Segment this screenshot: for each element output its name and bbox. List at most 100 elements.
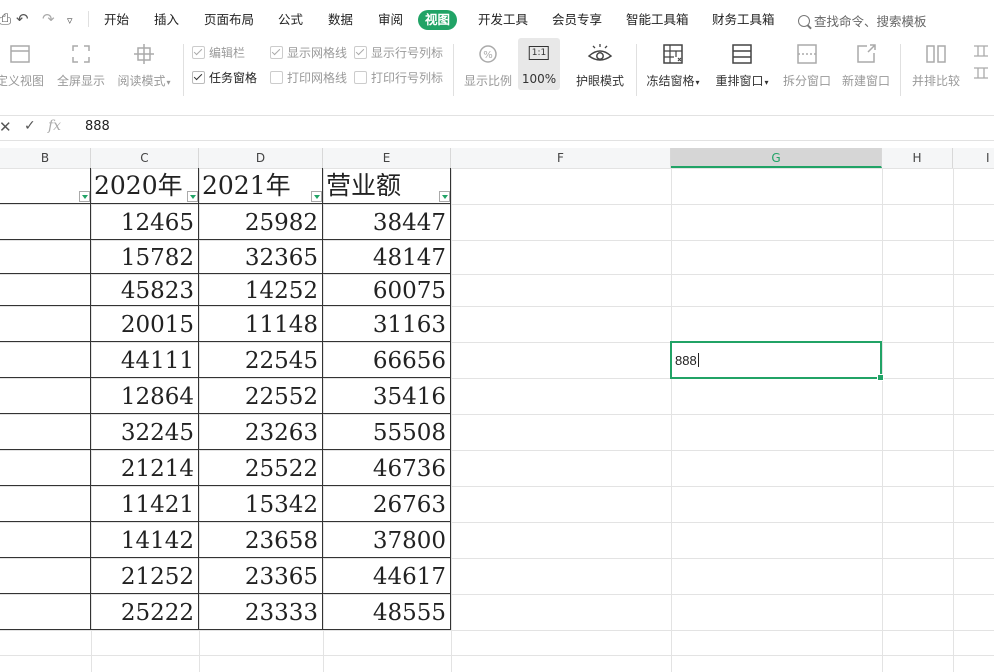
table-cell[interactable]: 11148 xyxy=(199,308,323,344)
table-cell[interactable]: 23333 xyxy=(199,596,323,632)
tab-home[interactable]: 开始 xyxy=(104,11,129,29)
tab-page-layout[interactable]: 页面布局 xyxy=(204,11,254,29)
tab-developer[interactable]: 开发工具 xyxy=(478,11,528,29)
table-cell[interactable]: 14142 xyxy=(91,524,199,560)
new-window-label: 新建窗口 xyxy=(841,74,890,88)
table-cell[interactable]: 15782 xyxy=(91,242,199,276)
table-cell[interactable]: 21214 xyxy=(91,452,199,488)
show-headers-checkbox[interactable]: 显示行号列标 xyxy=(354,45,443,61)
column-header-e[interactable]: E xyxy=(323,148,451,168)
column-header-g[interactable]: G xyxy=(671,148,882,168)
column-header-c[interactable]: C xyxy=(91,148,199,168)
table-cell[interactable]: 48555 xyxy=(323,596,451,632)
table-cell[interactable]: 15342 xyxy=(199,488,323,524)
table-header-cell[interactable]: 2021年 xyxy=(199,169,323,205)
tab-data[interactable]: 数据 xyxy=(328,11,353,29)
print-headers-checkbox[interactable]: 打印行号列标 xyxy=(354,70,443,86)
tab-formulas[interactable]: 公式 xyxy=(278,11,303,29)
tab-view[interactable]: 视图 xyxy=(418,10,458,30)
command-search[interactable]: 查找命令、搜索模板 xyxy=(798,11,927,30)
table-cell[interactable]: 32245 xyxy=(91,416,199,452)
table-cell[interactable]: 55508 xyxy=(323,416,451,452)
table-cell[interactable]: 25222 xyxy=(91,596,199,632)
tab-review[interactable]: 审阅 xyxy=(378,11,403,29)
table-header-cell[interactable]: 2020年 xyxy=(91,169,199,205)
new-window-button[interactable]: 新建窗口 xyxy=(838,38,894,102)
table-cell[interactable]: 60075 xyxy=(323,276,451,308)
show-gridlines-checkbox[interactable]: 显示网格线 xyxy=(270,45,347,61)
confirm-edit-icon[interactable]: ✓ xyxy=(24,118,36,134)
split-window-button[interactable]: 拆分窗口 xyxy=(780,38,834,102)
table-cell[interactable]: 66656 xyxy=(323,344,451,380)
full-screen-button[interactable]: 全屏显示 xyxy=(54,38,108,102)
table-cell[interactable]: 32365 xyxy=(199,242,323,276)
column-header-b[interactable]: B xyxy=(0,148,91,168)
table-cell[interactable]: 31163 xyxy=(323,308,451,344)
table-cell[interactable]: 46736 xyxy=(323,452,451,488)
freeze-panes-button[interactable]: 冻结窗格▾ xyxy=(640,38,706,102)
table-cell[interactable]: 44617 xyxy=(323,560,451,596)
filter-dropdown-icon[interactable] xyxy=(79,191,90,202)
eye-mode-button[interactable]: 护眼模式 xyxy=(572,38,628,102)
zoom-100-button[interactable]: 1:1 100% xyxy=(518,38,560,102)
table-cell[interactable]: 38447 xyxy=(323,206,451,242)
redo-icon[interactable]: ↷ xyxy=(42,10,55,28)
active-cell[interactable]: 888 xyxy=(670,341,884,381)
table-cell[interactable]: 35416 xyxy=(323,380,451,416)
table-cell[interactable]: 44111 xyxy=(91,344,199,380)
table-cell[interactable]: 23658 xyxy=(199,524,323,560)
table-cell[interactable]: 22552 xyxy=(199,380,323,416)
table-cell[interactable]: 37800 xyxy=(323,524,451,560)
open-icon[interactable]: ⎙ xyxy=(0,10,11,28)
table-cell[interactable]: 25522 xyxy=(199,452,323,488)
table-cell[interactable]: 12465 xyxy=(91,206,199,242)
undo-icon[interactable]: ↶ xyxy=(16,10,29,28)
compare-side-button[interactable]: 并排比较 xyxy=(908,38,964,102)
task-pane-checkbox[interactable]: 任务窗格 xyxy=(192,70,257,86)
tab-member[interactable]: 会员专享 xyxy=(552,11,602,29)
table-cell[interactable]: 11421 xyxy=(91,488,199,524)
table-cell[interactable]: 23365 xyxy=(199,560,323,596)
fill-handle[interactable] xyxy=(877,374,884,381)
filter-dropdown-icon[interactable] xyxy=(311,191,322,202)
tab-finance-tools[interactable]: 财务工具箱 xyxy=(712,11,775,29)
column-header-d[interactable]: D xyxy=(199,148,323,168)
worksheet-grid[interactable]: B C D E F G H I 2020年 2021年 营业额 12465 25982 3… xyxy=(0,148,994,672)
filter-dropdown-icon[interactable] xyxy=(439,191,450,202)
gridline-vertical xyxy=(671,168,672,672)
arrange-windows-button[interactable]: 重排窗口▾ xyxy=(710,38,774,102)
column-header-f[interactable]: F xyxy=(451,148,671,168)
zoom-ratio-button[interactable]: % 显示比例 xyxy=(460,38,516,102)
filter-dropdown-icon[interactable] xyxy=(187,191,198,202)
function-icon[interactable]: fx xyxy=(48,118,61,134)
split-window-label: 拆分窗口 xyxy=(782,74,831,88)
print-gridlines-checkbox[interactable]: 打印网格线 xyxy=(270,70,347,86)
table-cell[interactable]: 12864 xyxy=(91,380,199,416)
table-cell-border xyxy=(0,378,91,414)
new-window-icon xyxy=(857,44,876,63)
sync-scroll-button[interactable] xyxy=(966,38,994,102)
table-cell[interactable]: 20015 xyxy=(91,308,199,344)
table-cell[interactable]: 25982 xyxy=(199,206,323,242)
table-cell[interactable]: 21252 xyxy=(91,560,199,596)
formula-bar: ✕ ✓ fx 888 xyxy=(0,115,994,141)
customize-icon[interactable]: ▿ xyxy=(67,12,73,30)
view-toolbar: 定义视图 全屏显示 阅读模式▾ 编辑栏 任务窗格 显示网格线 打印网格线 显示行… xyxy=(0,38,994,102)
edit-bar-checkbox[interactable]: 编辑栏 xyxy=(192,45,245,61)
table-cell[interactable]: 48147 xyxy=(323,242,451,276)
table-cell[interactable]: 22545 xyxy=(199,344,323,380)
table-cell[interactable]: 14252 xyxy=(199,276,323,308)
table-cell[interactable]: 26763 xyxy=(323,488,451,524)
reading-mode-icon xyxy=(134,44,154,64)
tab-smart-tools[interactable]: 智能工具箱 xyxy=(626,11,689,29)
table-header-cell[interactable]: 营业额 xyxy=(323,169,451,205)
reading-mode-button[interactable]: 阅读模式▾ xyxy=(113,38,175,102)
formula-input[interactable]: 888 xyxy=(85,119,110,134)
cancel-edit-icon[interactable]: ✕ xyxy=(0,118,12,136)
custom-view-button[interactable]: 定义视图 xyxy=(0,38,48,102)
table-cell[interactable]: 23263 xyxy=(199,416,323,452)
tab-insert[interactable]: 插入 xyxy=(154,11,179,29)
column-header-i[interactable]: I xyxy=(953,148,994,168)
table-cell[interactable]: 45823 xyxy=(91,276,199,308)
column-header-h[interactable]: H xyxy=(882,148,953,168)
